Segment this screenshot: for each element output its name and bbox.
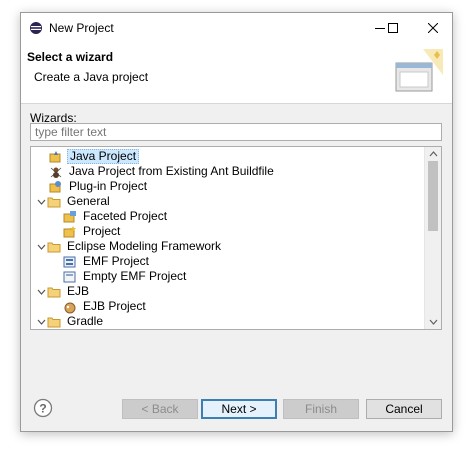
tree-item-empty-emf-project[interactable]: Empty EMF Project	[51, 269, 188, 284]
chevron-down-icon[interactable]	[35, 239, 47, 254]
folder-icon	[47, 195, 61, 209]
svg-text:?: ?	[39, 402, 46, 416]
project-icon	[63, 225, 77, 239]
tree-item-label: EMF Project	[83, 254, 150, 268]
help-icon[interactable]: ?	[33, 398, 53, 418]
tree-folder-emf[interactable]: Eclipse Modeling Framework	[35, 239, 223, 254]
eclipse-icon	[29, 21, 43, 35]
tree-folder-gradle[interactable]: Gradle	[35, 314, 105, 329]
tree-item-label: Faceted Project	[83, 209, 168, 223]
plugin-project-icon	[49, 180, 63, 194]
finish-button[interactable]: Finish	[283, 399, 359, 419]
tree-item-faceted-project[interactable]: Faceted Project	[51, 209, 169, 224]
tree-item-label: Java Project	[67, 149, 140, 164]
scroll-up-icon[interactable]	[425, 147, 441, 161]
wizard-tree[interactable]: Java Project Java Project from Existing …	[30, 146, 442, 330]
back-button[interactable]: < Back	[122, 399, 198, 419]
scroll-down-icon[interactable]	[425, 315, 441, 329]
java-project-icon	[49, 150, 63, 164]
tree-item-label: Gradle	[67, 314, 104, 328]
tree-item-label: EJB Project	[83, 299, 146, 313]
folder-icon	[47, 285, 61, 299]
window-title: New Project	[49, 21, 114, 35]
empty-emf-project-icon	[63, 270, 77, 284]
tree-item-label: Plug-in Project	[69, 179, 148, 193]
filter-input[interactable]	[30, 123, 442, 141]
tree-folder-ejb[interactable]: EJB	[35, 284, 91, 299]
new-project-banner-icon	[393, 45, 445, 99]
tree-item-label: Project	[83, 224, 121, 238]
scrollbar-thumb[interactable]	[428, 161, 438, 231]
maximize-button[interactable]	[375, 13, 411, 43]
tree-item-label: Eclipse Modeling Framework	[67, 239, 222, 253]
tree-item-label: Empty EMF Project	[83, 269, 187, 283]
new-project-dialog: New Project Select a wizard Create a Jav…	[20, 12, 453, 432]
tree-item-label: General	[67, 194, 110, 208]
chevron-down-icon[interactable]	[35, 194, 47, 209]
tree-item-emf-project[interactable]: EMF Project	[51, 254, 151, 269]
ant-icon	[49, 165, 63, 179]
tree-item-label: EJB	[67, 284, 90, 298]
next-button[interactable]: Next >	[201, 399, 277, 419]
tree-item-java-project[interactable]: Java Project	[37, 149, 140, 164]
tree-item-ant-project[interactable]: Java Project from Existing Ant Buildfile	[37, 164, 276, 179]
cancel-button[interactable]: Cancel	[366, 399, 442, 419]
emf-project-icon	[63, 255, 77, 269]
folder-icon	[47, 240, 61, 254]
tree-item-project[interactable]: Project	[51, 224, 122, 239]
tree-item-label: Java Project from Existing Ant Buildfile	[69, 164, 274, 178]
title-bar[interactable]: New Project	[21, 13, 452, 43]
wizard-header: Select a wizard Create a Java project	[21, 43, 452, 104]
close-button[interactable]	[415, 13, 451, 43]
tree-item-ejb-project[interactable]: EJB Project	[51, 299, 148, 314]
header-subtitle: Create a Java project	[34, 70, 149, 84]
ejb-project-icon	[63, 300, 77, 314]
faceted-project-icon	[63, 210, 77, 224]
tree-item-plugin-project[interactable]: Plug-in Project	[37, 179, 149, 194]
vertical-scrollbar[interactable]	[424, 147, 441, 329]
chevron-down-icon[interactable]	[35, 314, 47, 329]
tree-folder-general[interactable]: General	[35, 194, 112, 209]
folder-icon	[47, 315, 61, 329]
chevron-down-icon[interactable]	[35, 284, 47, 299]
header-title: Select a wizard	[27, 50, 114, 64]
